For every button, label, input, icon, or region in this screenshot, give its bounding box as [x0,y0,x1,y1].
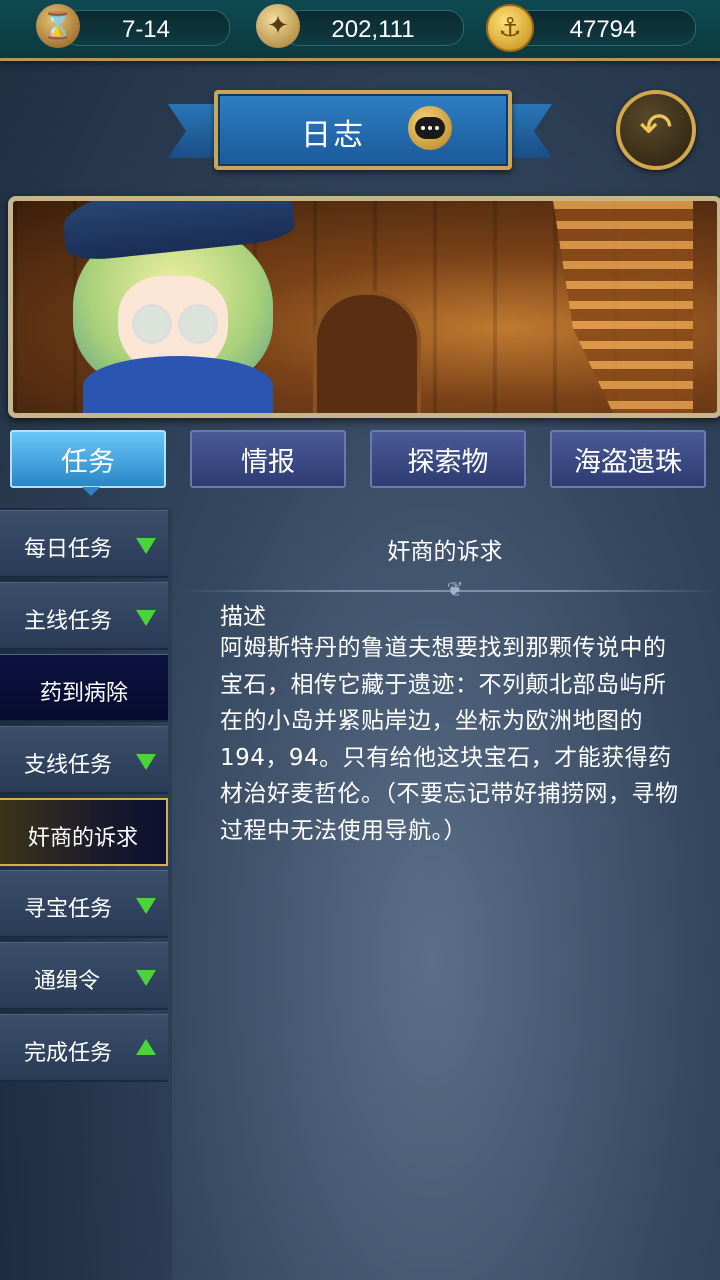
ornament-icon: ❦ [446,577,464,601]
return-arrow-icon: ↶ [639,105,673,151]
sidebar-subitem-cure[interactable]: 药到病除 [0,654,168,722]
time-value: 7-14 [121,16,171,43]
sidebar-item-label: 主线任务 [24,609,113,634]
hourglass-icon: ⌛ [36,4,80,48]
quest-description: 阿姆斯特丹的鲁道夫想要找到那颗传说中的宝石，相传它藏于遗迹：不列颠北部岛屿所在的… [220,635,679,844]
sidebar-item-label: 通缉令 [34,969,101,994]
sidebar-item-main[interactable]: 主线任务 [0,582,168,650]
expand-arrow-icon [136,970,156,986]
sidebar-item-wanted[interactable]: 通缉令 [0,942,168,1010]
tab-quests[interactable]: 任务 [10,430,166,496]
quest-sidebar: 每日任务 主线任务 药到病除 支线任务 奸商的诉求 寻宝任务 通缉令 完成任务 [0,508,172,1280]
sidebar-item-completed[interactable]: 完成任务 [0,1014,168,1082]
tab-intel[interactable]: 情报 [190,430,346,488]
sidebar-item-treasure[interactable]: 寻宝任务 [0,870,168,938]
expand-arrow-icon [136,898,156,914]
sidebar-item-daily[interactable]: 每日任务 [0,510,168,578]
sidebar-subitem-merchant-request[interactable]: 奸商的诉求 [0,798,168,866]
expand-arrow-icon [136,610,156,626]
chat-bubble-icon[interactable] [408,106,452,150]
sidebar-item-label: 完成任务 [24,1041,113,1066]
sidebar-item-label: 寻宝任务 [24,897,113,922]
gold-resource: 47794 [510,10,696,46]
sidebar-item-label: 奸商的诉求 [27,826,138,851]
quest-title: 奸商的诉求 [387,539,503,565]
time-resource: 7-14 [62,10,230,46]
sidebar-item-label: 支线任务 [24,753,113,778]
character-portrait [23,201,303,413]
arch-door [313,291,421,413]
exploration-value: 202,111 [331,16,415,43]
sidebar-item-label: 每日任务 [24,537,113,562]
back-button[interactable]: ↶ [616,90,696,170]
resource-bar: 7-14 ⌛ 202,111 ✦ 47794 ⚓ [0,0,720,61]
exploration-resource: 202,111 [282,10,464,46]
collapse-arrow-icon [136,1039,156,1055]
expand-arrow-icon [136,538,156,554]
sidebar-item-side[interactable]: 支线任务 [0,726,168,794]
anchor-coin-icon: ⚓ [486,4,534,52]
sidebar-item-label: 药到病除 [39,681,128,706]
description-heading: 描述 [220,604,266,630]
tab-explorations[interactable]: 探索物 [370,430,526,488]
expand-arrow-icon [136,754,156,770]
title-plate: 日志 [214,90,512,170]
gold-value: 47794 [569,16,637,43]
staircase [553,201,693,413]
story-banner-image [8,196,720,418]
tab-pirate-treasures[interactable]: 海盗遗珠 [550,430,706,488]
compass-icon: ✦ [256,4,300,48]
